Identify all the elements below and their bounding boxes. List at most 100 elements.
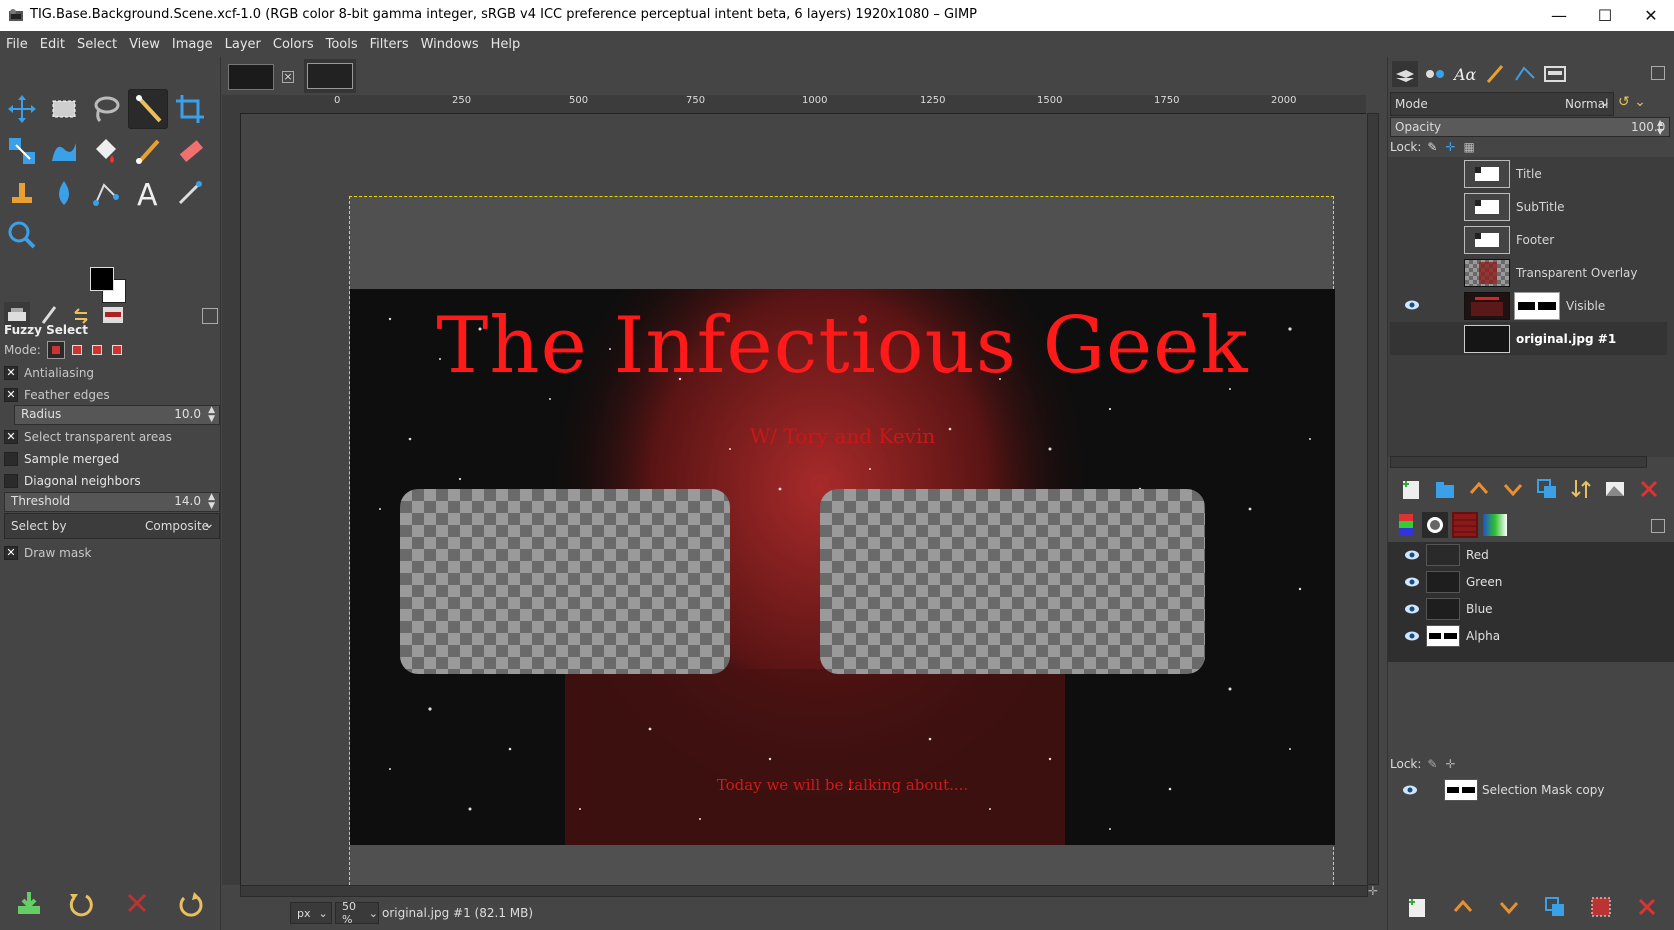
layers-tab-icon[interactable] [1392, 61, 1418, 87]
crop-tool-icon[interactable] [170, 89, 210, 129]
lower-layer-icon[interactable] [1496, 474, 1530, 504]
visibility-eye-icon[interactable] [1404, 547, 1420, 563]
lock-pixels-icon[interactable]: ✎ [1427, 757, 1437, 771]
menu-tools[interactable]: Tools [320, 37, 364, 52]
feather-edges-option[interactable]: ✕ Feather edges [4, 385, 218, 405]
spinner-arrows-icon[interactable]: ▲ ▼ [208, 493, 215, 511]
paintbrush-tool-icon[interactable] [128, 131, 168, 171]
blur-tool-icon[interactable] [44, 173, 84, 213]
mode-intersect-icon[interactable] [109, 342, 125, 358]
bucket-fill-tool-icon[interactable] [86, 131, 126, 171]
delete-layer-icon[interactable] [1632, 474, 1666, 504]
channel-row-blue[interactable]: Blue [1390, 596, 1667, 622]
close-tab-icon[interactable]: × [282, 71, 294, 83]
spinner-arrows-icon[interactable]: ▲ ▼ [1657, 118, 1663, 136]
images-tab-icon[interactable] [1542, 61, 1568, 87]
radius-spinner[interactable]: Radius 10.0 ▲ ▼ [14, 405, 220, 425]
fuzzy-select-tool-icon[interactable] [128, 89, 168, 129]
channel-row-green[interactable]: Green [1390, 569, 1667, 595]
delete-channel-icon[interactable] [1624, 892, 1670, 922]
visibility-eye-icon[interactable] [1404, 601, 1420, 617]
layer-row-original[interactable]: original.jpg #1 [1390, 322, 1667, 355]
duplicate-layer-icon[interactable] [1530, 474, 1564, 504]
antialiasing-checkbox[interactable]: ✕ [4, 366, 18, 380]
mode-add-icon[interactable] [69, 342, 85, 358]
paths-tool-icon[interactable] [86, 173, 126, 213]
opacity-spinner[interactable]: Opacity 100.0 ▲ ▼ [1390, 117, 1670, 137]
lock-position-icon[interactable]: ✛ [1445, 140, 1455, 154]
warp-transform-tool-icon[interactable] [44, 131, 84, 171]
configure-tab-icon[interactable] [1651, 66, 1665, 80]
layers-hscrollbar[interactable] [1390, 456, 1647, 468]
menu-file[interactable]: File [0, 37, 34, 52]
visibility-eye-icon[interactable] [1404, 297, 1420, 313]
select-transparent-option[interactable]: ✕ Select transparent areas [4, 427, 218, 447]
unit-combo[interactable]: px ⌄ [290, 902, 332, 924]
image-canvas[interactable]: The Infectious Geek W/ Tory and Kevin To… [349, 196, 1335, 885]
draw-mask-checkbox[interactable]: ✕ [4, 546, 18, 560]
mode-replace-icon[interactable] [46, 341, 65, 359]
layer-row-subtitle[interactable]: SubTitle [1390, 190, 1667, 223]
minimize-button[interactable]: — [1536, 0, 1582, 31]
draw-mask-option[interactable]: ✕ Draw mask [4, 543, 218, 563]
vertical-ruler[interactable] [222, 113, 241, 885]
raise-layer-icon[interactable] [1462, 474, 1496, 504]
layer-row-transparent-overlay[interactable]: Transparent Overlay [1390, 256, 1667, 289]
close-button[interactable]: ✕ [1628, 0, 1674, 31]
clone-tool-icon[interactable] [2, 173, 42, 213]
feather-edges-checkbox[interactable]: ✕ [4, 388, 18, 402]
channel-row-red[interactable]: Red [1390, 542, 1667, 568]
lasso-tool-icon[interactable] [86, 89, 126, 129]
pattern-tab-icon[interactable] [1452, 512, 1478, 538]
fonts-tab-icon[interactable]: Aα [1452, 61, 1478, 87]
channel-row-selection-mask[interactable]: Selection Mask copy [1388, 776, 1674, 804]
images-tab-icon[interactable] [100, 302, 126, 328]
restore-tool-preset-icon[interactable] [66, 890, 100, 920]
lower-channel-icon[interactable] [1486, 892, 1532, 922]
lock-alpha-icon[interactable]: ▦ [1464, 140, 1475, 154]
visibility-eye-icon[interactable] [1402, 782, 1418, 798]
ruler-corner[interactable] [222, 95, 240, 113]
layer-row-footer[interactable]: Footer [1390, 223, 1667, 256]
menu-image[interactable]: Image [166, 37, 219, 52]
colormap-tab-icon[interactable] [1394, 512, 1418, 538]
reset-tool-options-icon[interactable] [176, 890, 210, 920]
canvas-viewport[interactable]: The Infectious Geek W/ Tory and Kevin To… [240, 113, 1366, 885]
layer-mode-combo[interactable]: Mode Normal ⌄ [1390, 92, 1614, 116]
mode-subtract-icon[interactable] [89, 342, 105, 358]
threshold-spinner[interactable]: Threshold 14.0 ▲ ▼ [4, 492, 220, 512]
menu-filters[interactable]: Filters [364, 37, 415, 52]
visibility-eye-icon[interactable] [1404, 628, 1420, 644]
channel-row-alpha[interactable]: Alpha [1390, 623, 1667, 649]
new-layer-icon[interactable] [1394, 474, 1428, 504]
sample-merged-option[interactable]: Sample merged [4, 449, 218, 469]
merge-layer-icon[interactable] [1564, 474, 1598, 504]
configure-tab-icon[interactable] [202, 308, 218, 324]
spinner-arrows-icon[interactable]: ▲ ▼ [208, 406, 215, 424]
menu-edit[interactable]: Edit [34, 37, 71, 52]
color-picker-tool-icon[interactable] [170, 173, 210, 213]
text-tool-icon[interactable]: A [128, 173, 168, 213]
menu-layer[interactable]: Layer [219, 37, 267, 52]
save-tool-preset-icon[interactable] [14, 890, 48, 920]
select-by-combo[interactable]: Select by Composite ⌄ [4, 513, 220, 539]
lock-pixels-icon[interactable]: ✎ [1427, 140, 1437, 154]
layer-row-visible[interactable]: Visible [1390, 289, 1667, 322]
layer-mask-icon[interactable] [1598, 474, 1632, 504]
select-transparent-checkbox[interactable]: ✕ [4, 430, 18, 444]
image-tab-2[interactable] [304, 59, 356, 93]
zoom-tool-icon[interactable] [2, 215, 42, 255]
gradient-tab-icon[interactable] [1482, 512, 1508, 538]
raise-channel-icon[interactable] [1440, 892, 1486, 922]
diagonal-neighbors-checkbox[interactable] [4, 474, 18, 488]
lock-position-icon[interactable]: ✛ [1445, 757, 1455, 771]
configure-tab-icon[interactable] [1651, 519, 1665, 533]
antialiasing-option[interactable]: ✕ Antialiasing [4, 363, 218, 383]
brushes-tab-icon[interactable] [1482, 61, 1508, 87]
brush-tab-icon[interactable] [1422, 512, 1448, 538]
new-layer-group-icon[interactable] [1428, 474, 1462, 504]
delete-tool-preset-icon[interactable] [122, 890, 156, 920]
menu-windows[interactable]: Windows [415, 37, 485, 52]
vertical-scrollbar[interactable] [1367, 113, 1379, 885]
new-channel-icon[interactable] [1394, 892, 1440, 922]
